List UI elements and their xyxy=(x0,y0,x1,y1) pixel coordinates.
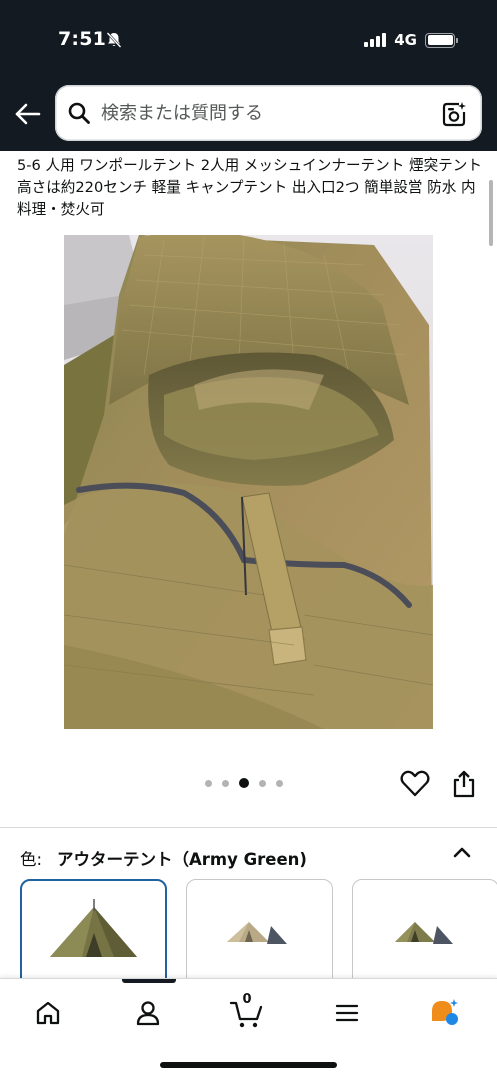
home-icon xyxy=(36,1001,60,1025)
tent-thumbnail xyxy=(227,922,287,944)
image-carousel-dots[interactable] xyxy=(205,778,283,788)
nav-menu[interactable] xyxy=(329,995,365,1031)
user-icon xyxy=(136,1001,160,1026)
scrollbar[interactable] xyxy=(489,180,493,246)
carousel-dot[interactable] xyxy=(222,779,229,787)
nav-account[interactable] xyxy=(130,995,166,1031)
product-title: 5-6 人用 ワンポールテント 2人用 メッシュインナーテント 煙突テント 高さ… xyxy=(17,157,482,218)
search-bar[interactable] xyxy=(55,85,482,141)
product-image[interactable] xyxy=(64,235,433,729)
nav-home[interactable] xyxy=(30,995,66,1031)
hamburger-menu-icon xyxy=(335,1004,359,1022)
ai-assistant-icon xyxy=(432,999,458,1025)
share-icon[interactable] xyxy=(451,769,477,799)
status-time: 7:51 xyxy=(58,28,107,50)
carousel-dot[interactable] xyxy=(259,779,266,787)
network-type: 4G xyxy=(394,31,417,49)
battery-icon xyxy=(425,32,458,48)
variant-swatch-army-green[interactable] xyxy=(20,879,167,989)
carousel-dot[interactable] xyxy=(239,778,249,788)
silent-bell-icon xyxy=(106,32,122,48)
search-icon xyxy=(68,102,90,124)
carousel-dot[interactable] xyxy=(205,779,212,787)
search-input[interactable] xyxy=(101,99,431,127)
camera-search-icon[interactable] xyxy=(440,100,468,128)
variant-swatch-2[interactable] xyxy=(186,879,333,989)
active-tab-indicator xyxy=(122,979,176,983)
chevron-up-icon[interactable] xyxy=(452,845,472,859)
variant-value: アウターテント（Army Green) xyxy=(57,850,307,869)
variant-label: 色: xyxy=(20,850,43,869)
heart-icon[interactable] xyxy=(400,769,430,797)
carousel-dot[interactable] xyxy=(276,779,283,787)
tent-thumbnail xyxy=(395,922,453,944)
section-divider xyxy=(0,827,497,828)
cart-count: 0 xyxy=(242,992,252,1007)
tent-thumbnail xyxy=(50,899,137,957)
nav-ai-assistant[interactable] xyxy=(427,995,463,1031)
signal-icon xyxy=(364,33,387,47)
nav-cart[interactable]: 0 xyxy=(229,992,265,1031)
variant-swatch-3[interactable] xyxy=(352,879,497,989)
app-header: 7:51 4G xyxy=(0,0,497,151)
status-indicators: 4G xyxy=(364,31,458,49)
home-indicator xyxy=(160,1062,337,1068)
back-arrow-icon[interactable] xyxy=(14,100,42,128)
